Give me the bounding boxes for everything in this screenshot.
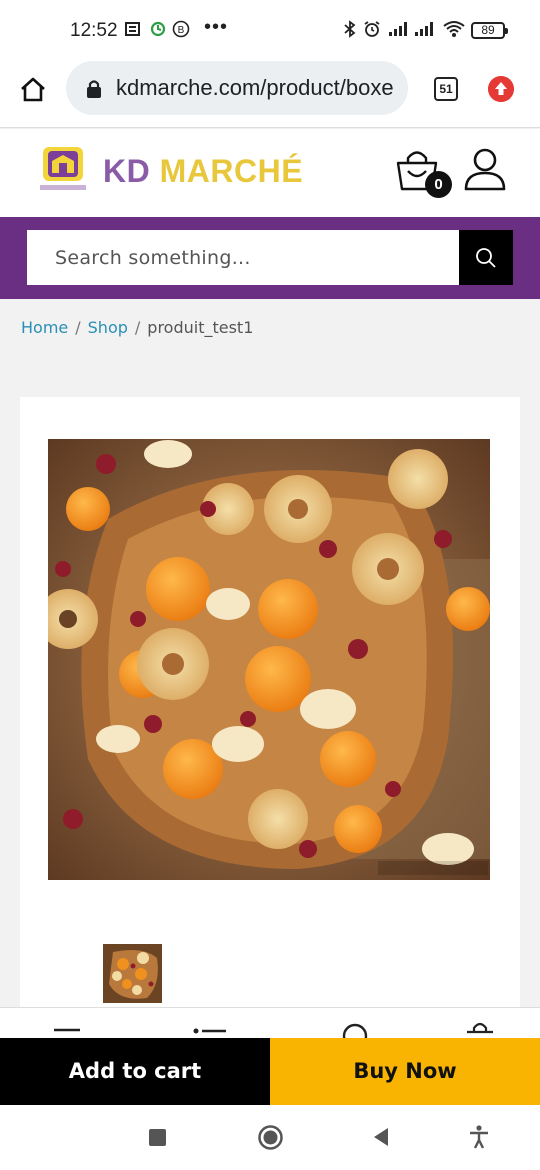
search-input[interactable] [27,230,459,285]
search-button[interactable] [459,230,513,285]
back-icon[interactable] [372,1127,390,1147]
notes-icon [125,22,140,36]
add-to-cart-button[interactable]: Add to cart [0,1038,270,1105]
bottom-nav [0,1007,540,1039]
search-icon [476,248,496,268]
address-bar[interactable]: kdmarche.com/product/boxe [66,61,408,115]
lock-icon [87,80,101,98]
bluetooth-icon [344,20,356,38]
home-button-icon[interactable] [258,1125,283,1150]
url-text: kdmarche.com/product/boxe [116,75,394,100]
status-bar: 12:52 B ••• 89 [0,0,540,60]
breadcrumb-separator: / [134,318,141,337]
breadcrumb-home-link[interactable]: Home [21,318,68,337]
battery-icon: 89 [471,22,508,39]
product-card [20,397,520,1037]
tab-switcher-button[interactable]: 51 [434,77,458,101]
alarm-icon [364,21,380,37]
browser-toolbar: kdmarche.com/product/boxe 51 [0,60,540,128]
site-header: KD MARCHÉ 0 [0,129,540,217]
status-time: 12:52 [70,20,118,41]
product-image[interactable] [48,439,490,880]
breadcrumb: Home / Shop / produit_test1 [21,318,253,337]
breadcrumb-separator: / [75,318,81,337]
svg-text:B: B [178,25,185,36]
accessibility-icon[interactable] [468,1125,490,1149]
recents-icon[interactable] [149,1129,166,1146]
search-icon[interactable] [341,1022,369,1039]
logo-marche-text: MARCHÉ [159,153,304,189]
logo-kd-text: KD [103,153,151,189]
logo-emblem-icon[interactable] [40,147,86,193]
search-bar [0,217,540,299]
signal-icon [389,22,407,36]
more-dots-icon: ••• [204,16,229,38]
b-icon: B [172,20,190,38]
breadcrumb-current: produit_test1 [147,318,254,337]
buy-now-button[interactable]: Buy Now [270,1038,540,1105]
sync-icon [150,21,166,37]
user-account-icon[interactable] [464,147,506,191]
cart-count-badge: 0 [425,171,452,198]
product-thumbnail[interactable] [103,944,162,1003]
wifi-icon [443,21,465,37]
shopping-bag-icon[interactable] [465,1022,495,1039]
home-icon[interactable] [19,76,47,102]
android-navigation-bar [0,1105,540,1170]
signal-icon [415,22,433,36]
breadcrumb-shop-link[interactable]: Shop [88,318,128,337]
site-logo[interactable]: KD MARCHÉ [103,153,303,190]
update-icon[interactable] [488,76,514,102]
